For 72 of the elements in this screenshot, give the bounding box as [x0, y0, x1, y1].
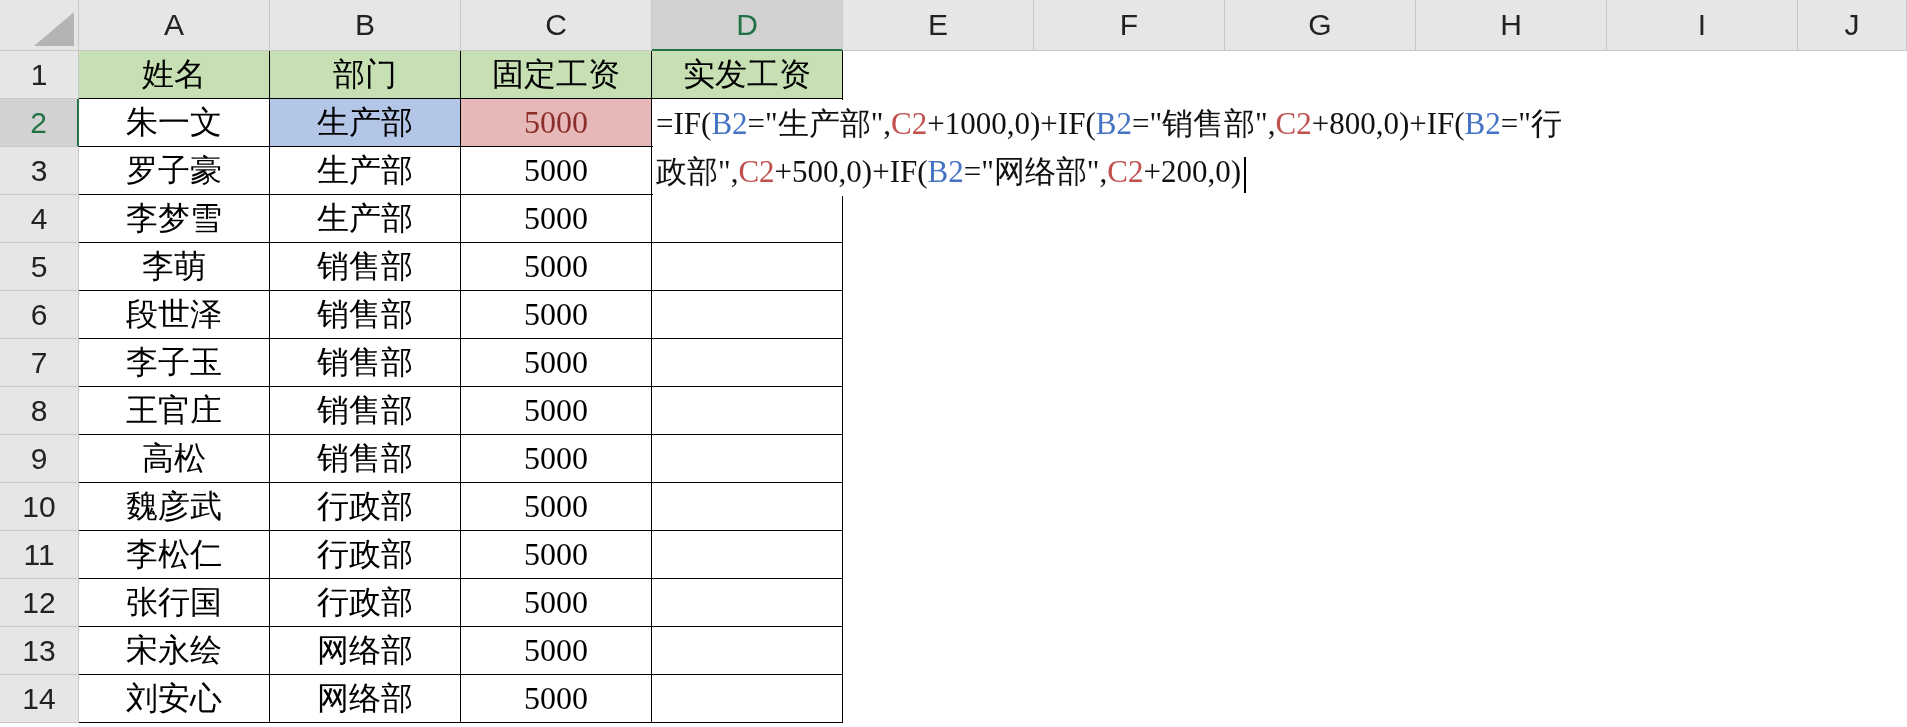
- table-cell: 张行国: [79, 579, 270, 627]
- column-header[interactable]: H: [1416, 0, 1607, 51]
- table-cell: 行政部: [270, 579, 461, 627]
- table-cell: 李松仁: [79, 531, 270, 579]
- table-cell: 销售部: [270, 243, 461, 291]
- table-header-cell: 部门: [270, 51, 461, 99]
- formula-text: =IF(B2="生产部",C2+1000,0)+IF(B2="销售部",C2+800,0)+IF(B2="行: [656, 105, 1563, 143]
- corner-triangle-icon: [34, 12, 74, 46]
- table-cell: 刘安心: [79, 675, 270, 723]
- table-cell: 销售部: [270, 387, 461, 435]
- table-cell: 高松: [79, 435, 270, 483]
- row-header[interactable]: 2: [0, 99, 79, 147]
- table-cell: 朱一文: [79, 99, 270, 147]
- table-cell: 生产部: [270, 147, 461, 195]
- row-header[interactable]: 9: [0, 435, 79, 483]
- table-cell: 5000: [461, 147, 652, 195]
- text-cursor: [1244, 156, 1246, 193]
- column-header[interactable]: F: [1034, 0, 1225, 51]
- table-cell: 生产部: [270, 99, 461, 147]
- table-cell: 5000: [461, 675, 652, 723]
- table-cell: 行政部: [270, 531, 461, 579]
- table-cell: 销售部: [270, 339, 461, 387]
- table-cell: 5000: [461, 339, 652, 387]
- table-cell: 李子玉: [79, 339, 270, 387]
- row-header[interactable]: 6: [0, 291, 79, 339]
- column-header[interactable]: I: [1607, 0, 1798, 51]
- row-header[interactable]: 1: [0, 51, 79, 99]
- row-header[interactable]: 11: [0, 531, 79, 579]
- table-cell: 5000: [461, 435, 652, 483]
- row-header[interactable]: 4: [0, 195, 79, 243]
- column-header[interactable]: B: [270, 0, 461, 51]
- table-cell: 5000: [461, 579, 652, 627]
- row-header[interactable]: 10: [0, 483, 79, 531]
- row-header[interactable]: 3: [0, 147, 79, 195]
- formula-text: 政部",C2+500,0)+IF(B2="网络部",C2+200,0): [656, 148, 1906, 196]
- table-cell: 5000: [461, 627, 652, 675]
- column-header[interactable]: D: [652, 0, 843, 51]
- column-header[interactable]: G: [1225, 0, 1416, 51]
- column-header[interactable]: E: [843, 0, 1034, 51]
- table-cell: 销售部: [270, 291, 461, 339]
- table-cell: 5000: [461, 291, 652, 339]
- table-cell: 5000: [461, 243, 652, 291]
- table-cell: 5000: [461, 99, 652, 147]
- row-header[interactable]: 14: [0, 675, 79, 723]
- table-cell: 魏彦武: [79, 483, 270, 531]
- column-header[interactable]: J: [1798, 0, 1907, 51]
- row-header[interactable]: 5: [0, 243, 79, 291]
- table-cell: 5000: [461, 387, 652, 435]
- table-header-cell: 姓名: [79, 51, 270, 99]
- column-header[interactable]: A: [79, 0, 270, 51]
- table-cell: 王官庄: [79, 387, 270, 435]
- table-cell: 李梦雪: [79, 195, 270, 243]
- table-cell: 宋永绘: [79, 627, 270, 675]
- row-header[interactable]: 7: [0, 339, 79, 387]
- table-cell: 罗子豪: [79, 147, 270, 195]
- table-cell: 李萌: [79, 243, 270, 291]
- column-header[interactable]: C: [461, 0, 652, 51]
- table-cell: 5000: [461, 195, 652, 243]
- row-header[interactable]: 13: [0, 627, 79, 675]
- select-all-corner[interactable]: [0, 0, 79, 51]
- table-cell: 生产部: [270, 195, 461, 243]
- table-header-cell: 实发工资: [652, 51, 843, 99]
- table-cell: 行政部: [270, 483, 461, 531]
- table-cell: 销售部: [270, 435, 461, 483]
- table-header-cell: 固定工资: [461, 51, 652, 99]
- table-cell: 网络部: [270, 675, 461, 723]
- table-cell: 网络部: [270, 627, 461, 675]
- table-cell: 5000: [461, 483, 652, 531]
- row-header[interactable]: 12: [0, 579, 79, 627]
- table-cell: 段世泽: [79, 291, 270, 339]
- table-cell: 5000: [461, 531, 652, 579]
- row-header[interactable]: 8: [0, 387, 79, 435]
